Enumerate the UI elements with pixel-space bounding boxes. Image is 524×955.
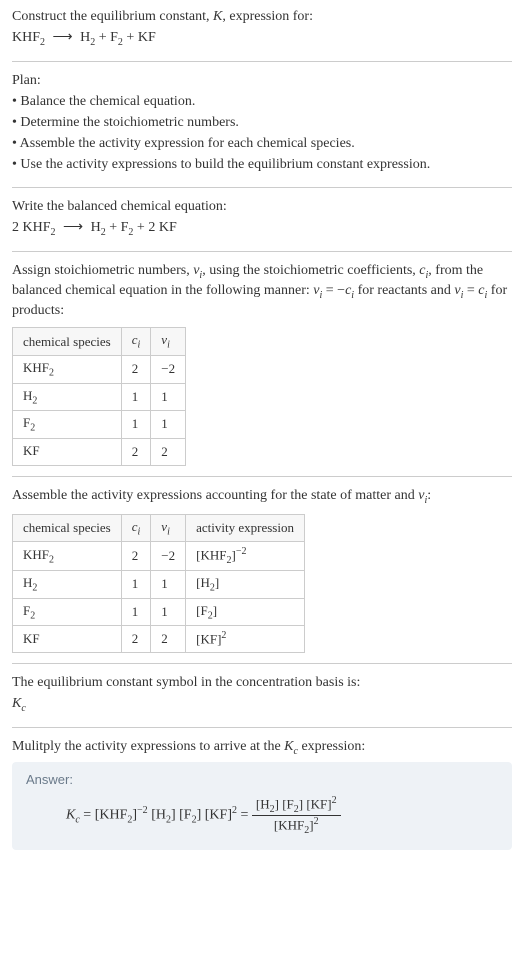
intro-line1: Construct the equilibrium constant, K, e… [12, 8, 512, 27]
table-header-row: chemical species ci νi [13, 328, 186, 356]
symbol-section: The equilibrium constant symbol in the c… [12, 663, 512, 727]
balanced-equation: 2 KHF2 ⟶ H2 + F2 + 2 KF [12, 219, 512, 239]
reactant-khf2: KHF2 [12, 30, 45, 45]
plan-bullet-3: • Assemble the activity expression for e… [12, 135, 512, 154]
col-species: chemical species [13, 328, 122, 356]
plan-title: Plan: [12, 72, 512, 91]
cell-c: 2 [121, 438, 151, 466]
table-row: F2 1 1 [13, 411, 186, 439]
intro-text-1: Construct the equilibrium constant, [12, 9, 213, 24]
balanced-title: Write the balanced chemical equation: [12, 198, 512, 217]
plan-bullet-1: • Balance the chemical equation. [12, 93, 512, 112]
cell-species: H2 [13, 383, 122, 411]
activity-section: Assemble the activity expressions accoun… [12, 476, 512, 662]
table-row: H2 1 1 [H2] [13, 571, 305, 599]
product-f2: F2 [110, 30, 123, 45]
multiply-title: Mulitply the activity expressions to arr… [12, 738, 512, 758]
table-row: KHF2 2 −2 [13, 355, 186, 383]
table-header-row: chemical species ci νi activity expressi… [13, 514, 305, 542]
cell-activity: [H2] [186, 571, 305, 599]
denominator: [KHF2]2 [252, 816, 341, 836]
coef-2-rhs: 2 [148, 220, 159, 235]
cell-c: 2 [121, 355, 151, 383]
cell-v: 2 [151, 438, 186, 466]
symbol-Kc: Kc [12, 695, 512, 715]
activity-title: Assemble the activity expressions accoun… [12, 487, 512, 507]
table-row: KF 2 2 [KF]2 [13, 626, 305, 652]
cell-c: 1 [121, 411, 151, 439]
plan-bullet-4: • Use the activity expressions to build … [12, 156, 512, 175]
stoich-section: Assign stoichiometric numbers, νi, using… [12, 251, 512, 476]
stoich-table: chemical species ci νi KHF2 2 −2 H2 1 1 … [12, 327, 186, 466]
fraction: [H2] [F2] [KF]2 [KHF2]2 [252, 795, 341, 836]
col-ci: ci [121, 514, 151, 542]
product-kf: KF [138, 30, 156, 45]
cell-species: KHF2 [13, 355, 122, 383]
answer-box: Answer: Kc = [KHF2]−2 [H2] [F2] [KF]2 = … [12, 762, 512, 850]
answer-label: Answer: [26, 772, 498, 787]
cell-v: 1 [151, 411, 186, 439]
multiply-section: Mulitply the activity expressions to arr… [12, 727, 512, 860]
cell-c: 1 [121, 383, 151, 411]
intro-K: K [213, 9, 222, 24]
col-vi: νi [151, 514, 186, 542]
activity-table: chemical species ci νi activity expressi… [12, 514, 305, 653]
table-row: F2 1 1 [F2] [13, 598, 305, 626]
balanced-section: Write the balanced chemical equation: 2 … [12, 187, 512, 251]
cell-activity: [KF]2 [186, 626, 305, 652]
col-species: chemical species [13, 514, 122, 542]
col-ci: ci [121, 328, 151, 356]
coef-2-lhs: 2 [12, 220, 23, 235]
table-row: KHF2 2 −2 [KHF2]−2 [13, 542, 305, 571]
cell-species: F2 [13, 411, 122, 439]
cell-activity: [KHF2]−2 [186, 542, 305, 571]
plan-section: Plan: • Balance the chemical equation. •… [12, 61, 512, 186]
cell-activity: [F2] [186, 598, 305, 626]
cell-v: 1 [151, 383, 186, 411]
stoich-text: Assign stoichiometric numbers, νi, using… [12, 262, 512, 321]
col-activity: activity expression [186, 514, 305, 542]
plan-bullet-2: • Determine the stoichiometric numbers. [12, 114, 512, 133]
cell-v: −2 [151, 355, 186, 383]
product-h2: H2 [80, 30, 95, 45]
arrow-icon: ⟶ [53, 29, 73, 48]
numerator: [H2] [F2] [KF]2 [252, 795, 341, 816]
table-row: KF 2 2 [13, 438, 186, 466]
sub-2: 2 [40, 37, 45, 48]
col-vi: νi [151, 328, 186, 356]
intro-section: Construct the equilibrium constant, K, e… [12, 8, 512, 61]
intro-text-1b: , expression for: [222, 9, 313, 24]
symbol-title: The equilibrium constant symbol in the c… [12, 674, 512, 693]
arrow-icon: ⟶ [63, 219, 83, 238]
cell-species: KF [13, 438, 122, 466]
answer-equation: Kc = [KHF2]−2 [H2] [F2] [KF]2 = [H2] [F2… [26, 795, 498, 836]
table-row: H2 1 1 [13, 383, 186, 411]
intro-equation: KHF2 ⟶ H2 + F2 + KF [12, 29, 512, 49]
